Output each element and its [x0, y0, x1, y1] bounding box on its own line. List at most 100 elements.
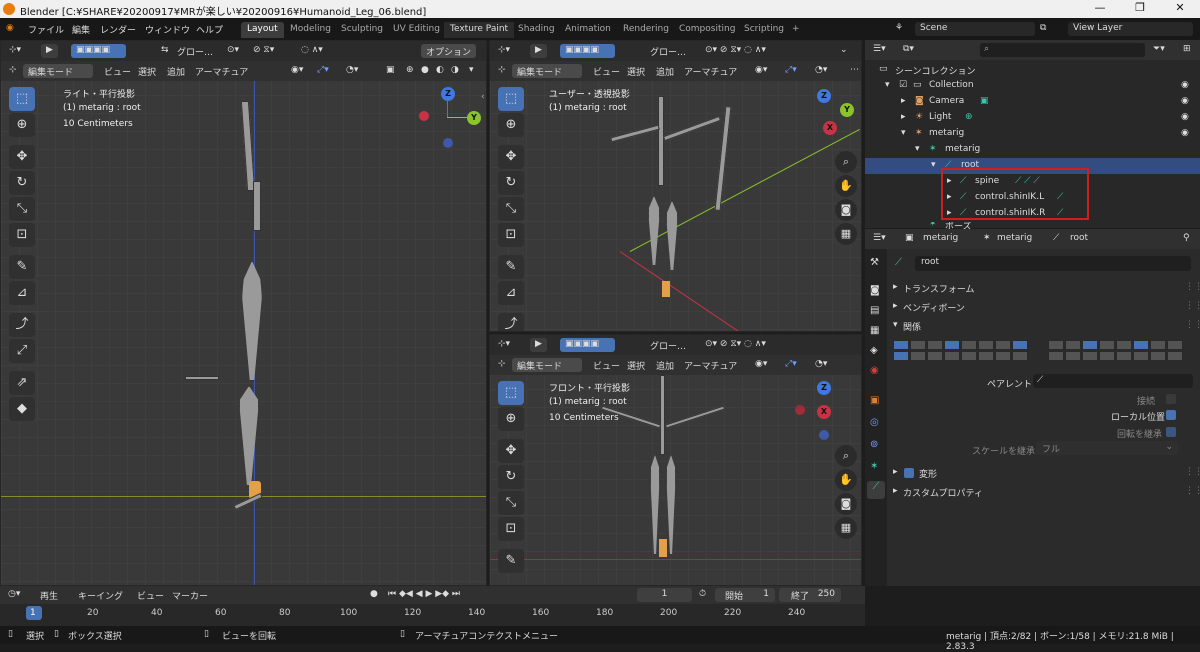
viewport-right-ortho[interactable]: ⊹▾ ▶ ▣▣▣▣ ⇆ グロー… ⊙▾ ⊘ ⧖▾ ◌ ∧▾ オプション ⊹ 編集… — [0, 40, 487, 586]
section-transform[interactable]: ▸ トランスフォーム ⋮⋮ — [865, 279, 1200, 297]
checkbox-icon[interactable]: ☑ — [899, 80, 907, 90]
layer-button[interactable] — [893, 351, 909, 361]
layer-button[interactable] — [1082, 340, 1098, 350]
annotate-tool-icon[interactable]: ✎ — [9, 255, 35, 279]
bone-layers-group-2[interactable] — [1048, 340, 1193, 362]
layer-button[interactable] — [944, 340, 960, 350]
roll-tool-icon[interactable]: ⤴ — [498, 313, 524, 331]
layer-button[interactable] — [1065, 351, 1081, 361]
scale-tool-icon[interactable]: ⤡ — [9, 197, 35, 221]
rotate-tool-icon[interactable]: ↻ — [498, 465, 524, 489]
maximize-button[interactable]: ❐ — [1120, 1, 1160, 14]
tab-modeling[interactable]: Modeling — [284, 22, 337, 38]
select-box-tool-icon[interactable]: ⬚ — [498, 381, 524, 405]
display-mode-icon[interactable]: ⧉▾ — [903, 44, 914, 54]
mode-dropdown[interactable]: 編集モード — [23, 64, 93, 78]
shading-solid-icon[interactable]: ● — [421, 65, 429, 75]
layer-button[interactable] — [893, 340, 909, 350]
editor-type-icon[interactable]: ⊹▾ — [498, 339, 510, 349]
record-icon[interactable]: ● — [370, 589, 378, 599]
select-mode-icon[interactable]: ▶ — [530, 44, 547, 58]
layer-button[interactable] — [1116, 340, 1132, 350]
menu-select[interactable]: 選択 — [627, 65, 645, 78]
close-button[interactable]: ✕ — [1160, 1, 1200, 14]
inherit-rotation-checkbox[interactable] — [1166, 427, 1176, 437]
current-frame-field[interactable]: 1 — [637, 588, 692, 602]
shading-material-icon[interactable]: ◐ — [436, 65, 444, 75]
tab-layout[interactable]: Layout — [241, 22, 284, 38]
cursor-tool-icon[interactable]: ⊕ — [9, 113, 35, 137]
selection-mode-buttons[interactable]: ▣▣▣▣ — [560, 338, 615, 352]
scene-field[interactable]: Scene — [915, 22, 1035, 36]
pivot-icon[interactable]: ⊙▾ — [227, 45, 239, 55]
zoom-icon[interactable]: ⌕ — [835, 151, 857, 173]
global-dropdown[interactable]: グロー… — [177, 45, 213, 58]
layer-button[interactable] — [1082, 351, 1098, 361]
camera-view-icon[interactable]: ◙ — [835, 199, 857, 221]
proportional-icon[interactable]: ◌ ∧▾ — [301, 45, 323, 55]
gizmo-z-icon[interactable]: Z — [817, 89, 831, 103]
drag-handle-icon[interactable]: ⋮⋮ — [1185, 282, 1200, 292]
measure-tool-icon[interactable]: ⊿ — [498, 281, 524, 305]
select-mode-icon[interactable]: ▶ — [530, 338, 547, 352]
layer-button[interactable] — [1048, 340, 1064, 350]
selected-root-bone[interactable] — [659, 539, 667, 557]
shading-wire-icon[interactable]: ⊕ — [406, 65, 414, 75]
gizmo-x-icon[interactable]: X — [823, 121, 837, 135]
ik-control-bone[interactable] — [185, 376, 219, 380]
layer-button[interactable] — [1133, 340, 1149, 350]
move-tool-icon[interactable]: ✥ — [498, 145, 524, 169]
menu-select[interactable]: 選択 — [138, 65, 156, 78]
mode-dropdown[interactable]: 編集モード — [512, 358, 582, 372]
move-tool-icon[interactable]: ✥ — [9, 145, 35, 169]
tab-animation[interactable]: Animation — [559, 22, 617, 38]
editor-icon[interactable]: ⊹ — [498, 359, 506, 369]
region-toggle-icon[interactable]: ‹ — [481, 92, 485, 102]
more-icon[interactable]: ⋯ — [850, 65, 859, 75]
scale-tool-icon[interactable]: ⤡ — [498, 491, 524, 515]
eye-icon[interactable]: ◉ — [1181, 80, 1189, 90]
menu-armature[interactable]: アーマチュア — [195, 65, 248, 78]
options-icon[interactable]: ⌄ — [840, 45, 848, 55]
timeline-editor-icon[interactable]: ◷▾ — [8, 589, 20, 599]
eye-icon[interactable]: ◉ — [1181, 96, 1189, 106]
visibility-icon[interactable]: ◉▾ — [755, 359, 767, 369]
menu-armature[interactable]: アーマチュア — [684, 359, 737, 372]
constraint-tab-icon[interactable]: ⊚ — [870, 439, 878, 450]
ortho-toggle-icon[interactable]: ▦ — [835, 517, 857, 539]
object-tab-icon[interactable]: ▣ — [870, 395, 879, 406]
filter-icon[interactable]: ⏷▾ — [1153, 44, 1165, 54]
pin-icon[interactable]: ⚲ — [1183, 233, 1190, 243]
scene-tab-icon[interactable]: ◈ — [870, 345, 878, 356]
view-layer-field[interactable]: View Layer — [1068, 22, 1193, 36]
visibility-icon[interactable]: ◉▾ — [291, 65, 303, 75]
bone-size-tool-icon[interactable]: ⤢ — [9, 339, 35, 363]
deform-checkbox[interactable] — [904, 468, 914, 478]
camera-data-icon[interactable]: ▣ — [980, 96, 989, 106]
layer-button[interactable] — [910, 340, 926, 350]
gizmo-y-icon[interactable]: Y — [840, 103, 854, 117]
layer-button[interactable] — [1065, 340, 1081, 350]
expand-arrow-icon[interactable]: ▸ — [901, 112, 906, 122]
parent-field[interactable]: ⟋ — [1033, 374, 1193, 388]
global-dropdown[interactable]: グロー… — [650, 45, 686, 58]
selection-mode-buttons[interactable]: ▣▣▣▣ — [71, 44, 126, 58]
layer-button[interactable] — [944, 351, 960, 361]
roll-tool-icon[interactable]: ⤴ — [9, 313, 35, 337]
layer-button[interactable] — [910, 351, 926, 361]
gizmo-toggle-icon[interactable]: ⤢▾ — [785, 65, 797, 75]
drag-handle-icon[interactable]: ⋮⋮ — [1185, 301, 1200, 311]
shading-rendered-icon[interactable]: ◑ — [451, 65, 459, 75]
tab-uv-editing[interactable]: UV Editing — [387, 22, 446, 38]
layer-button[interactable] — [995, 351, 1011, 361]
layer-button[interactable] — [1012, 340, 1028, 350]
menu-view[interactable]: ビュー — [104, 65, 131, 78]
keying-menu[interactable]: キーイング — [78, 589, 123, 602]
layer-button[interactable] — [1099, 340, 1115, 350]
annotate-tool-icon[interactable]: ✎ — [498, 549, 524, 573]
layer-button[interactable] — [1099, 351, 1115, 361]
global-dropdown[interactable]: グロー… — [650, 339, 686, 352]
measure-tool-icon[interactable]: ⊿ — [9, 281, 35, 305]
menu-window[interactable]: ウィンドウ — [145, 23, 190, 36]
gizmo-toggle-icon[interactable]: ⤢▾ — [317, 65, 329, 75]
